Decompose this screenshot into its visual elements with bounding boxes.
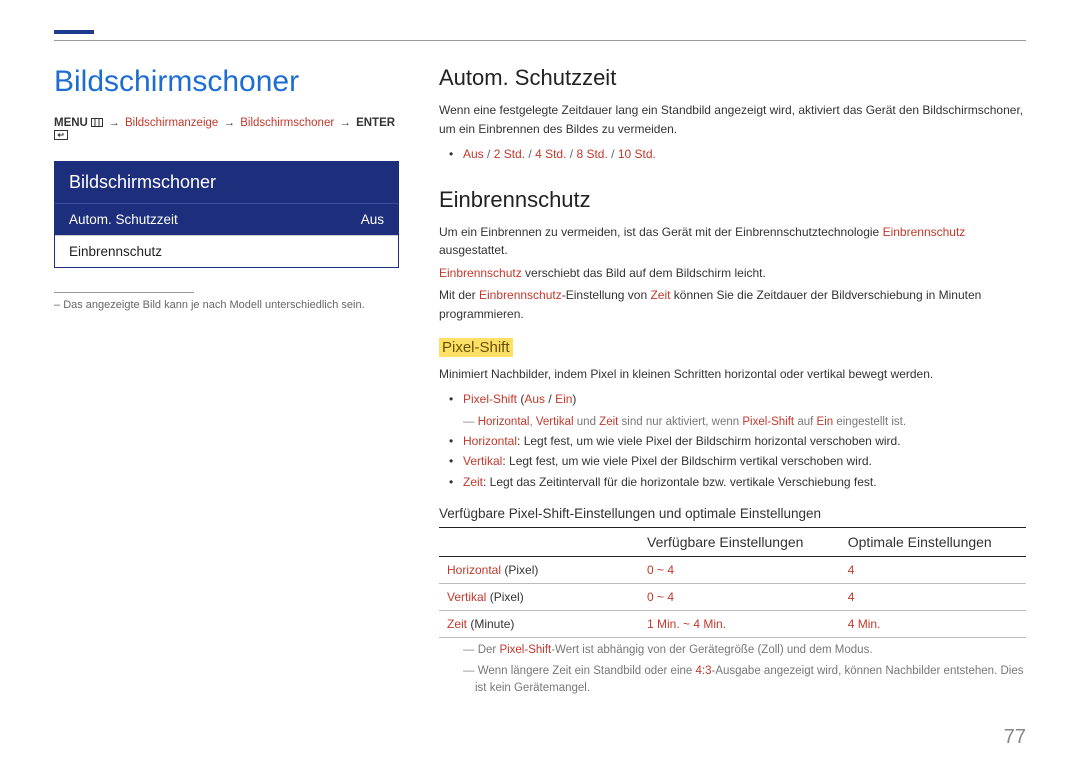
table-header: Verfügbare Einstellungen — [639, 527, 840, 556]
section-body: Um ein Einbrennen zu vermeiden, ist das … — [439, 223, 1026, 260]
arrow-icon: → — [106, 117, 122, 129]
table-header — [439, 527, 639, 556]
list-item: Pixel-Shift (Aus / Ein) Horizontal, Vert… — [463, 389, 1026, 431]
section-autom-schutzzeit: Autom. Schutzzeit Wenn eine festgelegte … — [439, 65, 1026, 165]
header-rule — [54, 40, 1026, 41]
footnote: – Das angezeigte Bild kann je nach Model… — [54, 299, 399, 311]
table-row: Vertikal (Pixel) 0 ~ 4 4 — [439, 583, 1026, 610]
breadcrumb-enter: ENTER — [356, 117, 395, 129]
left-column: Bildschirmschoner MENU → Bildschirmanzei… — [54, 65, 399, 720]
menu-item-autom-schutzzeit[interactable]: Autom. Schutzzeit Aus — [55, 203, 398, 235]
menu-item-label: Einbrennschutz — [69, 244, 162, 259]
table-title: Verfügbare Pixel-Shift-Einstellungen und… — [439, 506, 1026, 521]
section-title: Autom. Schutzzeit — [439, 65, 1026, 91]
page-title: Bildschirmschoner — [54, 65, 399, 99]
section-einbrennschutz: Einbrennschutz Um ein Einbrennen zu verm… — [439, 187, 1026, 698]
menu-item-label: Autom. Schutzzeit — [69, 212, 178, 227]
breadcrumb-part-2: Bildschirmschoner — [240, 117, 334, 129]
right-column: Autom. Schutzzeit Wenn eine festgelegte … — [439, 65, 1026, 720]
footnote: Wenn längere Zeit ein Standbild oder ein… — [439, 663, 1026, 698]
menu-item-value: Aus — [361, 212, 384, 227]
table-header: Optimale Einstellungen — [840, 527, 1026, 556]
breadcrumb: MENU → Bildschirmanzeige → Bildschirmsch… — [54, 117, 399, 143]
pixel-shift-intro: Minimiert Nachbilder, indem Pixel in kle… — [439, 365, 1026, 384]
footnote: Der Pixel-Shift-Wert ist abhängig von de… — [439, 642, 1026, 659]
section-body: Mit der Einbrennschutz-Einstellung von Z… — [439, 286, 1026, 323]
table-row: Horizontal (Pixel) 0 ~ 4 4 — [439, 556, 1026, 583]
list-subnote: Horizontal, Vertikal und Zeit sind nur a… — [463, 414, 1026, 431]
section-body: Einbrennschutz verschiebt das Bild auf d… — [439, 264, 1026, 283]
section-title: Einbrennschutz — [439, 187, 1026, 213]
footnote-divider — [54, 292, 194, 293]
list-item: Zeit: Legt das Zeitintervall für die hor… — [463, 472, 1026, 492]
settings-menu-preview: Bildschirmschoner Autom. Schutzzeit Aus … — [54, 161, 399, 268]
section-body: Wenn eine festgelegte Zeitdauer lang ein… — [439, 101, 1026, 138]
breadcrumb-part-1: Bildschirmanzeige — [125, 117, 218, 129]
breadcrumb-menu: MENU — [54, 117, 88, 129]
menu-header: Bildschirmschoner — [55, 162, 398, 203]
page-number: 77 — [1004, 726, 1026, 749]
pixel-shift-table: Verfügbare Einstellungen Optimale Einste… — [439, 527, 1026, 638]
option-list: Aus / 2 Std. / 4 Std. / 8 Std. / 10 Std. — [463, 144, 1026, 164]
arrow-icon: → — [337, 117, 353, 129]
table-row: Zeit (Minute) 1 Min. ~ 4 Min. 4 Min. — [439, 610, 1026, 637]
list-item: Vertikal: Legt fest, um wie viele Pixel … — [463, 451, 1026, 471]
arrow-icon: → — [222, 117, 238, 129]
list-item: Horizontal: Legt fest, um wie viele Pixe… — [463, 431, 1026, 451]
menu-item-einbrennschutz[interactable]: Einbrennschutz — [55, 235, 398, 267]
header-accent-bar — [54, 30, 94, 34]
menu-icon — [91, 118, 103, 130]
subsection-pixel-shift: Pixel-Shift — [439, 338, 513, 357]
enter-icon — [54, 130, 68, 143]
